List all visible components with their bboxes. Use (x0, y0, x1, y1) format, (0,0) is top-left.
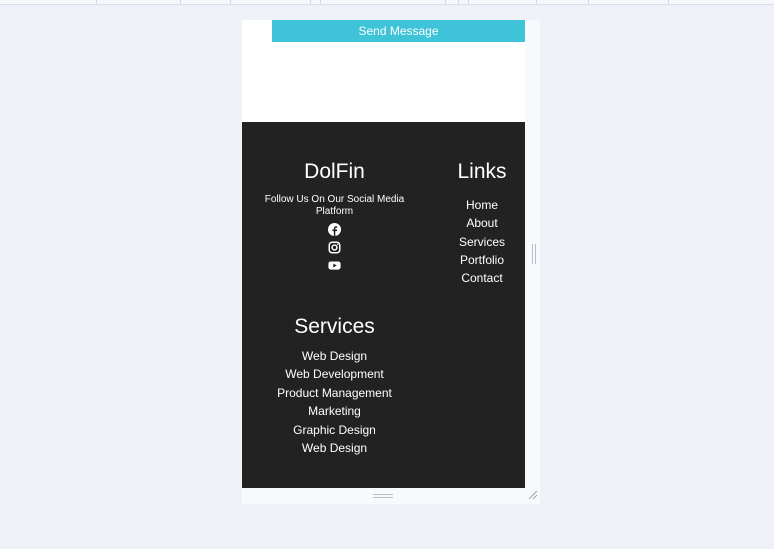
services-list: Web Design Web Development Product Manag… (242, 347, 427, 457)
footer-link-portfolio[interactable]: Portfolio (442, 251, 522, 269)
instagram-icon[interactable] (328, 241, 341, 254)
ruler-tick (468, 0, 469, 4)
site-footer: DolFin Follow Us On Our Social Media Pla… (242, 122, 525, 488)
service-item-web-design-2[interactable]: Web Design (242, 439, 427, 457)
responsive-device-frame: Send Message DolFin Follow Us On Our Soc… (242, 20, 540, 504)
ruler-tick (445, 0, 446, 4)
service-item-product-management[interactable]: Product Management (242, 384, 427, 402)
service-item-marketing[interactable]: Marketing (242, 402, 427, 420)
footer-services-column: Services Web Design Web Development Prod… (242, 315, 427, 457)
footer-link-contact[interactable]: Contact (442, 269, 522, 287)
service-item-web-design[interactable]: Web Design (242, 347, 427, 365)
height-resize-handle[interactable] (373, 494, 393, 498)
ruler-tick (668, 0, 669, 4)
facebook-icon[interactable] (328, 223, 341, 236)
footer-link-services[interactable]: Services (442, 233, 522, 251)
services-title: Services (294, 315, 375, 338)
ruler-tick (458, 0, 459, 4)
ruler-tick (96, 0, 97, 4)
links-title: Links (457, 160, 507, 183)
send-message-button[interactable]: Send Message (272, 20, 525, 42)
youtube-icon[interactable] (328, 259, 341, 272)
width-resize-handle[interactable] (532, 244, 536, 264)
footer-link-home[interactable]: Home (442, 196, 522, 214)
social-links (242, 223, 427, 272)
page-viewport: Send Message DolFin Follow Us On Our Soc… (242, 20, 525, 488)
ruler-tick (310, 0, 311, 4)
links-list: Home About Services Portfolio Contact (442, 196, 522, 287)
ruler-tick (588, 0, 589, 4)
ruler-tick (180, 0, 181, 4)
service-item-web-development[interactable]: Web Development (242, 365, 427, 383)
follow-text: Follow Us On Our Social Media Platform (264, 194, 405, 217)
service-item-graphic-design[interactable]: Graphic Design (242, 421, 427, 439)
ruler-tick (320, 0, 321, 4)
brand-title: DolFin (304, 160, 365, 183)
footer-link-about[interactable]: About (442, 214, 522, 232)
corner-resize-icon[interactable] (528, 490, 538, 500)
ruler-tick (230, 0, 231, 4)
footer-brand-column: DolFin Follow Us On Our Social Media Pla… (242, 122, 427, 272)
footer-links-column: Links Home About Services Portfolio Cont… (442, 122, 522, 287)
ruler-tick (536, 0, 537, 4)
top-ruler (0, 0, 774, 5)
